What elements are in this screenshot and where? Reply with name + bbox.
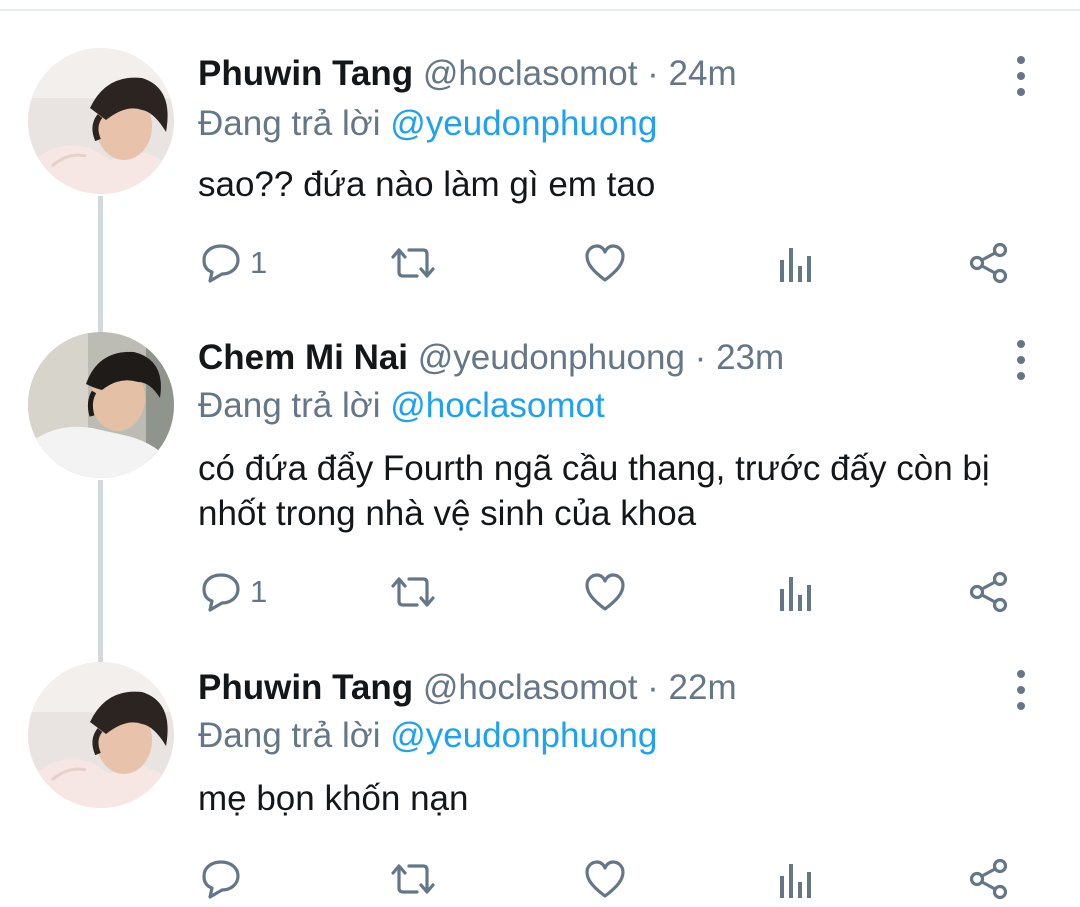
timestamp[interactable]: 24m [669, 54, 737, 93]
timestamp[interactable]: 22m [669, 668, 737, 707]
tweet[interactable]: Phuwin Tang @hoclasomot · 22m Đang trả l… [0, 650, 1080, 907]
reply-icon [202, 860, 240, 899]
analytics-icon [780, 864, 811, 898]
analytics-icon [780, 577, 811, 611]
tweet-text: có đứa đẩy Fourth ngã cầu thang, trước đ… [198, 449, 990, 533]
analytics-button[interactable] [778, 238, 814, 288]
more-vertical-icon[interactable] [1008, 340, 1034, 380]
share-button[interactable] [968, 567, 1010, 617]
tweet[interactable]: Chem Mi Nai @yeudonphuong · 23m Đang trả… [0, 320, 1080, 650]
replying-to: Đang trả lời @hoclasomot [198, 386, 605, 426]
author-handle[interactable]: @hoclasomot [423, 668, 638, 707]
retweet-icon [391, 248, 435, 278]
tweet-header: Chem Mi Nai @yeudonphuong · 23m [198, 338, 784, 378]
replying-to-label: Đang trả lời [198, 386, 381, 425]
reply-count: 1 [250, 574, 268, 609]
mention-link[interactable]: @hoclasomot [390, 386, 605, 425]
reply-button[interactable] [200, 854, 250, 904]
retweet-button[interactable] [388, 238, 438, 288]
heart-icon [585, 573, 625, 611]
retweet-icon [391, 864, 435, 894]
tweet[interactable]: Phuwin Tang @hoclasomot · 24m Đang trả l… [0, 0, 1080, 320]
action-bar: 1 [0, 238, 1080, 288]
analytics-button[interactable] [778, 854, 814, 904]
reply-icon [202, 573, 240, 612]
tweet-text: sao?? đứa nào làm gì em tao [198, 165, 656, 204]
analytics-button[interactable] [778, 567, 814, 617]
author-name[interactable]: Chem Mi Nai [198, 338, 408, 377]
analytics-icon [780, 248, 811, 282]
avatar[interactable] [28, 332, 174, 478]
more-vertical-icon[interactable] [1008, 670, 1034, 710]
timestamp[interactable]: 23m [716, 338, 784, 377]
like-button[interactable] [583, 567, 627, 617]
action-bar: 1 [0, 567, 1080, 617]
author-handle[interactable]: @yeudonphuong [418, 338, 685, 377]
like-button[interactable] [583, 238, 627, 288]
share-button[interactable] [968, 854, 1010, 904]
tweet-header: Phuwin Tang @hoclasomot · 24m [198, 54, 737, 94]
more-vertical-icon[interactable] [1008, 56, 1034, 96]
author-handle[interactable]: @hoclasomot [423, 54, 638, 93]
heart-icon [585, 860, 625, 898]
retweet-button[interactable] [388, 854, 438, 904]
separator: · [647, 54, 659, 93]
reply-icon [202, 244, 240, 283]
reply-button[interactable]: 1 [200, 238, 267, 288]
share-button[interactable] [968, 238, 1010, 288]
heart-icon [585, 244, 625, 282]
share-icon [969, 858, 1008, 900]
mention-link[interactable]: @yeudonphuong [390, 716, 657, 755]
share-icon [969, 571, 1008, 613]
replying-to: Đang trả lời @yeudonphuong [198, 716, 657, 756]
share-icon [969, 242, 1008, 284]
reply-button[interactable]: 1 [200, 567, 267, 617]
action-bar [0, 854, 1080, 904]
tweet-header: Phuwin Tang @hoclasomot · 22m [198, 668, 737, 708]
replying-to-label: Đang trả lời [198, 716, 381, 755]
author-name[interactable]: Phuwin Tang [198, 54, 413, 93]
replying-to: Đang trả lời @yeudonphuong [198, 104, 657, 144]
avatar[interactable] [28, 662, 174, 808]
like-button[interactable] [583, 854, 627, 904]
retweet-icon [391, 577, 435, 607]
mention-link[interactable]: @yeudonphuong [390, 104, 657, 143]
avatar[interactable] [28, 48, 174, 194]
tweet-text: mẹ bọn khốn nạn [198, 779, 469, 818]
separator: · [694, 338, 707, 377]
retweet-button[interactable] [388, 567, 438, 617]
separator: · [647, 668, 659, 707]
reply-count: 1 [250, 245, 268, 280]
author-name[interactable]: Phuwin Tang [198, 668, 413, 707]
replying-to-label: Đang trả lời [198, 104, 381, 143]
